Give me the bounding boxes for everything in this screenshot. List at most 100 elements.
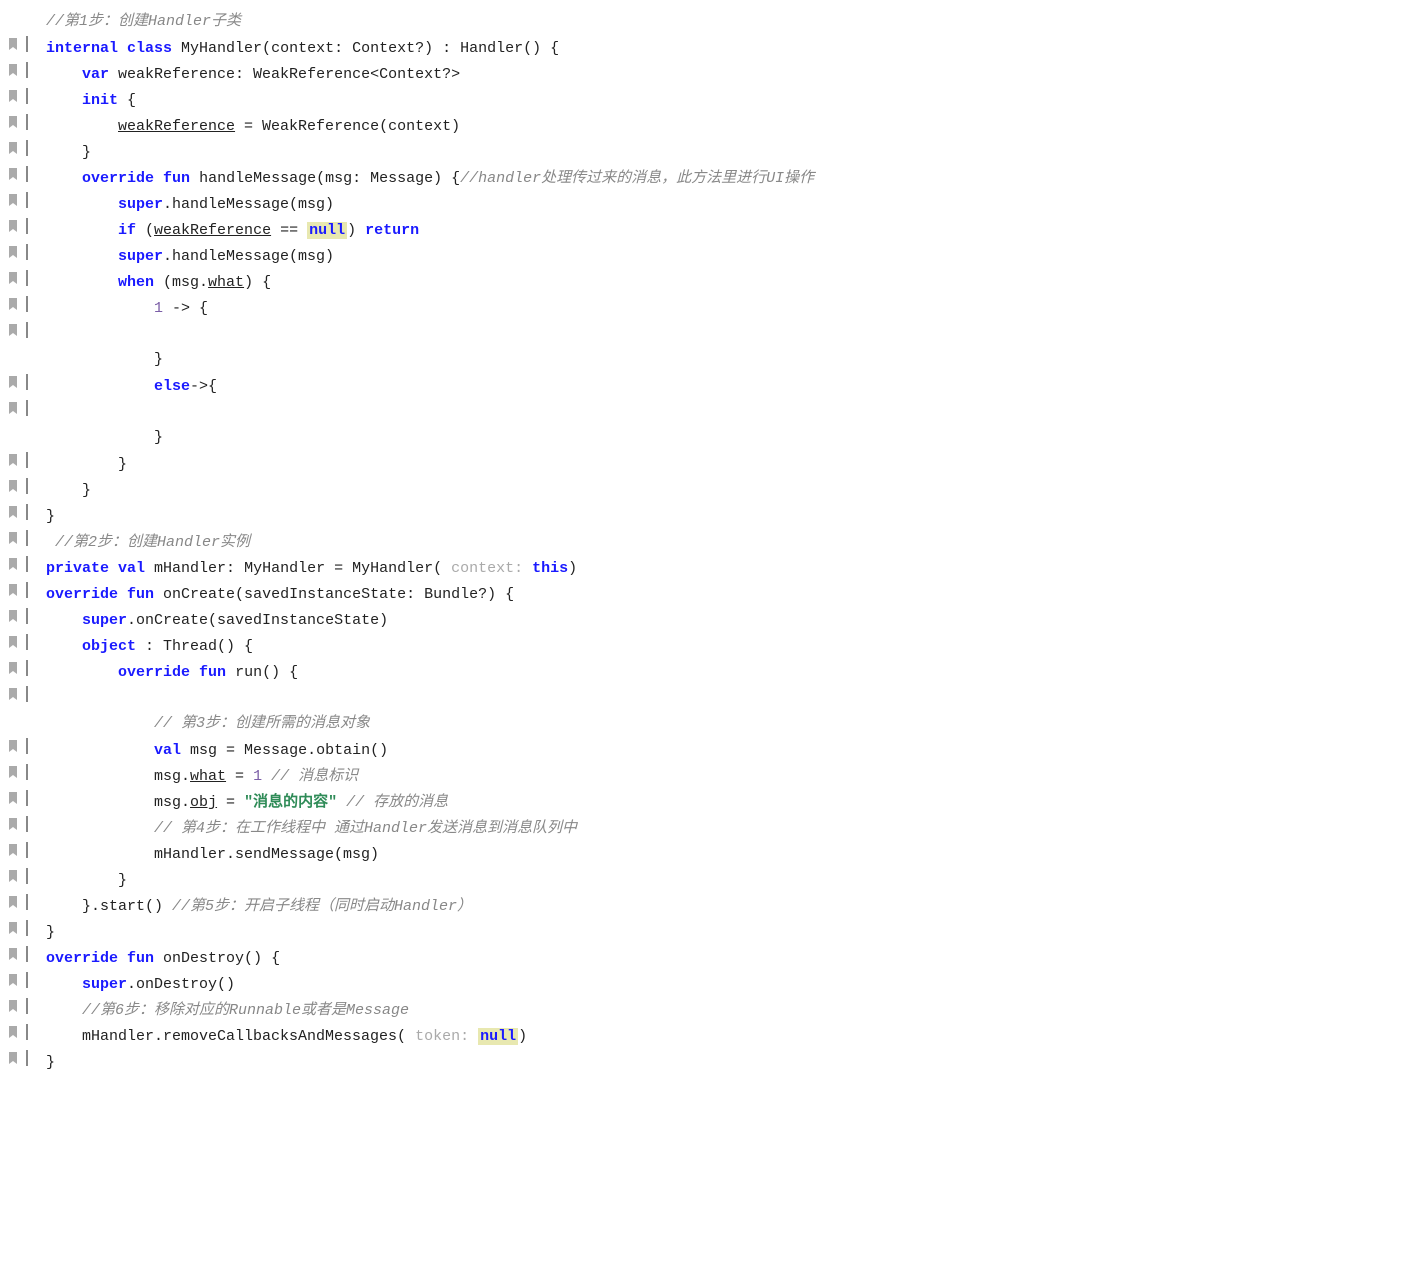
code-line: override fun onCreate(savedInstanceState… xyxy=(0,582,1426,608)
code-line: init { xyxy=(0,88,1426,114)
keyword-token: init xyxy=(82,92,118,109)
line-gutter xyxy=(0,1050,28,1066)
plain-token: ->{ xyxy=(190,378,217,395)
plain-token: .onCreate(savedInstanceState) xyxy=(127,612,388,629)
line-content: // 第3步：创建所需的消息对象 xyxy=(46,712,1406,736)
plain-token xyxy=(469,1028,478,1045)
plain-token xyxy=(46,92,82,109)
code-line: var weakReference: WeakReference<Context… xyxy=(0,62,1426,88)
line-content: // 第4步：在工作线程中 通过Handler发送消息到消息队列中 xyxy=(46,817,1406,841)
plain-token xyxy=(46,715,154,732)
line-content: } xyxy=(46,505,1406,529)
plain-token: } xyxy=(46,429,163,446)
line-content: mHandler.sendMessage(msg) xyxy=(46,843,1406,867)
line-gutter xyxy=(0,400,28,416)
plain-token: } xyxy=(46,924,55,941)
code-line: //第2步：创建Handler实例 xyxy=(0,530,1426,556)
plain-token xyxy=(46,222,118,239)
code-line: object : Thread() { xyxy=(0,634,1426,660)
line-gutter xyxy=(0,738,28,754)
plain-token: ) xyxy=(568,560,577,577)
line-content: else->{ xyxy=(46,375,1406,399)
line-gutter xyxy=(0,764,28,780)
comment-token: // 第4步：在工作线程中 通过Handler发送消息到消息队列中 xyxy=(154,820,577,837)
line-content: val msg = Message.obtain() xyxy=(46,739,1406,763)
line-content: } xyxy=(46,453,1406,477)
line-content: } xyxy=(46,869,1406,893)
super-keyword-token: super xyxy=(118,248,163,265)
param-label-token: token: xyxy=(415,1028,469,1045)
plain-token: (msg. xyxy=(154,274,208,291)
plain-token: } xyxy=(46,351,163,368)
plain-token xyxy=(46,976,82,993)
line-gutter xyxy=(0,1024,28,1040)
line-content: mHandler.removeCallbacksAndMessages( tok… xyxy=(46,1025,1406,1049)
line-content: private val mHandler: MyHandler = MyHand… xyxy=(46,557,1406,581)
string-token: "消息的内容" xyxy=(244,794,337,811)
line-gutter xyxy=(0,790,28,806)
comment-token: // 第3步：创建所需的消息对象 xyxy=(154,715,370,732)
code-line: msg.what = 1 // 消息标识 xyxy=(0,764,1426,790)
line-gutter xyxy=(0,894,28,910)
plain-token xyxy=(46,612,82,629)
plain-token: == xyxy=(271,222,307,239)
plain-token: } xyxy=(46,456,127,473)
keyword-token: this xyxy=(532,560,568,577)
code-line: }.start() //第5步：开启子线程（同时启动Handler） xyxy=(0,894,1426,920)
line-content: object : Thread() { xyxy=(46,635,1406,659)
line-content: if (weakReference == null) return xyxy=(46,219,1406,243)
comment-token: //第2步：创建Handler实例 xyxy=(46,534,250,551)
keyword-token: override xyxy=(82,170,154,187)
plain-token: } xyxy=(46,508,55,525)
keyword-token: val xyxy=(154,742,181,759)
plain-token: ) { xyxy=(244,274,271,291)
keyword-token: private xyxy=(46,560,109,577)
line-content: //第6步：移除对应的Runnable或者是Message xyxy=(46,999,1406,1023)
plain-token: msg. xyxy=(46,794,190,811)
code-line: } xyxy=(0,426,1426,452)
keyword-token: fun xyxy=(127,586,154,603)
keyword-token: else xyxy=(154,378,190,395)
keyword-token: var xyxy=(82,66,109,83)
plain-token xyxy=(109,560,118,577)
underline-token: weakReference xyxy=(154,222,271,239)
plain-token xyxy=(46,378,154,395)
line-content: } xyxy=(46,479,1406,503)
plain-token: handleMessage(msg: Message) { xyxy=(190,170,460,187)
line-content: super.onDestroy() xyxy=(46,973,1406,997)
plain-token xyxy=(523,560,532,577)
line-content: //第1步：创建Handler子类 xyxy=(46,10,1406,34)
plain-token: ) xyxy=(518,1028,527,1045)
super-keyword-token: super xyxy=(82,976,127,993)
code-line: super.onCreate(savedInstanceState) xyxy=(0,608,1426,634)
plain-token: { xyxy=(118,92,136,109)
code-line: // 第3步：创建所需的消息对象 xyxy=(0,712,1426,738)
line-gutter xyxy=(0,816,28,832)
plain-token: = xyxy=(226,768,253,785)
plain-token: mHandler: MyHandler = MyHandler( xyxy=(145,560,451,577)
number-token: 1 xyxy=(253,768,262,785)
plain-token xyxy=(46,196,118,213)
plain-token: }.start() xyxy=(46,898,172,915)
plain-token: run() { xyxy=(226,664,298,681)
keyword-token: fun xyxy=(199,664,226,681)
code-line: override fun run() { xyxy=(0,660,1426,686)
line-gutter xyxy=(0,114,28,130)
plain-token: -> { xyxy=(163,300,208,317)
line-content: //第2步：创建Handler实例 xyxy=(46,531,1406,555)
code-lines: //第1步：创建Handler子类internal class MyHandle… xyxy=(0,10,1426,1076)
underline-token: what xyxy=(208,274,244,291)
underline-token: obj xyxy=(190,794,217,811)
super-keyword-token: super xyxy=(118,196,163,213)
keyword-token: return xyxy=(365,222,419,239)
keyword-token: val xyxy=(118,560,145,577)
keyword-token: class xyxy=(127,40,172,57)
underline-token: weakReference xyxy=(118,118,235,135)
comment-token: // 消息标识 xyxy=(271,768,358,785)
line-content: msg.what = 1 // 消息标识 xyxy=(46,765,1406,789)
code-line: } xyxy=(0,478,1426,504)
code-line: override fun onDestroy() { xyxy=(0,946,1426,972)
line-content: super.handleMessage(msg) xyxy=(46,245,1406,269)
plain-token: msg = Message.obtain() xyxy=(181,742,388,759)
plain-token: ) xyxy=(347,222,365,239)
